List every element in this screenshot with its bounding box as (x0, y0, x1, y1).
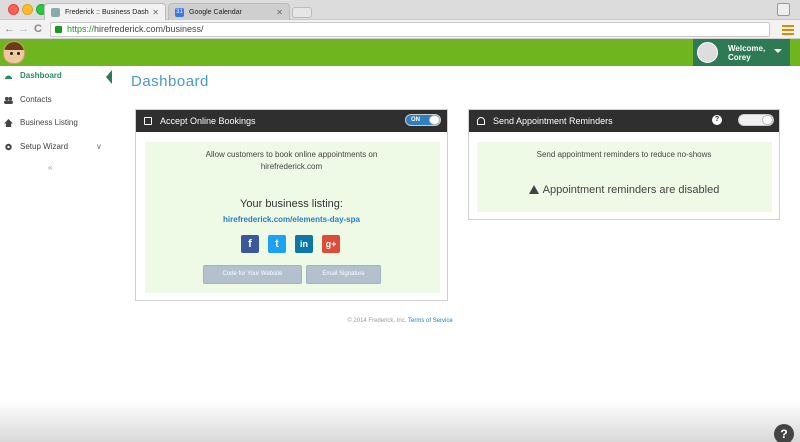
new-tab-button[interactable] (292, 7, 312, 18)
reminders-description: Send appointment reminders to reduce no-… (536, 150, 712, 159)
minimize-window-button[interactable] (22, 4, 33, 15)
contacts-icon (4, 96, 13, 104)
reminders-card-title: Send Appointment Reminders (493, 116, 613, 126)
forward-arrow-icon[interactable]: → (18, 22, 29, 37)
bookings-card-header: Accept Online Bookings (136, 110, 447, 132)
reminders-card-header: Send Appointment Reminders (469, 110, 779, 132)
user-name: Corey (728, 53, 751, 62)
bell-icon (477, 117, 485, 125)
page-title: Dashboard (131, 73, 209, 90)
sidebar: Dashboard Contacts Business Listing Setu… (0, 66, 112, 186)
close-tab-icon[interactable]: ✕ (152, 4, 159, 20)
sidebar-item-setup-wizard[interactable]: Setup Wizard ∨ (0, 137, 112, 157)
address-bar[interactable]: https://hirefrederick.com/business/ (50, 22, 770, 37)
tab-label: Frederick :: Business Dash (65, 9, 149, 16)
tab-google-calendar[interactable]: 31 Google Calendar ✕ (168, 3, 290, 20)
active-item-marker (106, 70, 112, 84)
chevron-down-icon[interactable]: ∨ (96, 137, 102, 157)
home-icon (4, 119, 13, 127)
reminders-card: Send Appointment Reminders (468, 109, 780, 220)
toggle-knob (762, 115, 773, 125)
twitter-icon[interactable]: t (268, 235, 286, 253)
bookings-toggle[interactable]: ON (405, 114, 441, 126)
app-header (0, 39, 800, 66)
bottom-fade (0, 400, 800, 442)
help-icon[interactable]: ? (712, 115, 722, 125)
user-menu[interactable]: Welcome, Corey (693, 39, 790, 66)
frederick-face-icon (3, 41, 25, 64)
avatar (697, 42, 718, 63)
bookings-description-line1: Allow customers to book online appointme… (205, 150, 378, 159)
browser-menu-icon[interactable] (782, 23, 794, 35)
frederick-favicon-icon (51, 8, 60, 17)
terms-of-service-link[interactable]: Terms of Service (408, 318, 453, 324)
welcome-label: Welcome, (728, 44, 766, 53)
code-for-website-button[interactable]: Code for Your Website (203, 265, 302, 284)
tab-frederick[interactable]: Frederick :: Business Dash ✕ (44, 3, 166, 20)
business-listing-label: Your business listing: (240, 198, 343, 210)
sidebar-item-label: Dashboard (20, 71, 62, 80)
facebook-icon[interactable]: f (241, 235, 259, 253)
tab-label: Google Calendar (189, 9, 242, 16)
calendar-icon (144, 117, 152, 125)
reminders-toggle[interactable] (738, 114, 774, 126)
dashboard-icon (4, 75, 13, 80)
close-window-button[interactable] (8, 4, 19, 15)
sidebar-item-business-listing[interactable]: Business Listing (0, 113, 112, 133)
close-tab-icon[interactable]: ✕ (276, 4, 283, 20)
email-signature-button[interactable]: Email Signature (306, 265, 381, 284)
reminders-warning: Appointment reminders are disabled (468, 184, 780, 196)
lock-icon (55, 26, 62, 33)
frederick-logo[interactable] (0, 39, 28, 66)
browser-toolbar: ← → C https://hirefrederick.com/business… (0, 20, 800, 39)
reminders-warning-text: Appointment reminders are disabled (542, 184, 720, 196)
sidebar-item-label: Setup Wizard (20, 142, 69, 151)
warning-icon (528, 185, 539, 194)
bookings-description-line2: hirefrederick.com (260, 162, 323, 171)
bookings-card-title: Accept Online Bookings (160, 116, 256, 126)
collapse-sidebar-button[interactable]: « (48, 163, 52, 172)
chevron-down-icon (774, 49, 782, 53)
url-scheme: https:// (67, 24, 95, 34)
copyright-text: © 2014 Frederick, Inc. (347, 318, 407, 324)
sidebar-item-label: Contacts (20, 95, 52, 104)
sidebar-item-contacts[interactable]: Contacts (0, 90, 112, 110)
google-plus-icon[interactable]: g+ (322, 235, 340, 253)
help-bubble-icon[interactable]: ? (774, 424, 794, 442)
url-path: hirefrederick.com/business/ (94, 24, 204, 34)
back-arrow-icon[interactable]: ← (4, 22, 15, 37)
footer: © 2014 Frederick, Inc. Terms of Service (0, 318, 800, 324)
sidebar-item-label: Business Listing (20, 118, 78, 127)
business-listing-link[interactable]: hirefrederick.com/elements-day-spa (135, 215, 448, 224)
linkedin-icon[interactable]: in (295, 235, 313, 253)
sidebar-item-dashboard[interactable]: Dashboard (0, 66, 112, 86)
calendar-favicon-icon: 31 (175, 8, 184, 17)
toggle-label: ON (411, 117, 420, 123)
toggle-knob (429, 115, 440, 125)
gear-icon (5, 143, 12, 151)
browser-tab-bar: Frederick :: Business Dash ✕ 31 Google C… (0, 0, 800, 20)
reload-icon[interactable]: C (34, 22, 42, 37)
browser-user-icon[interactable] (777, 3, 790, 16)
